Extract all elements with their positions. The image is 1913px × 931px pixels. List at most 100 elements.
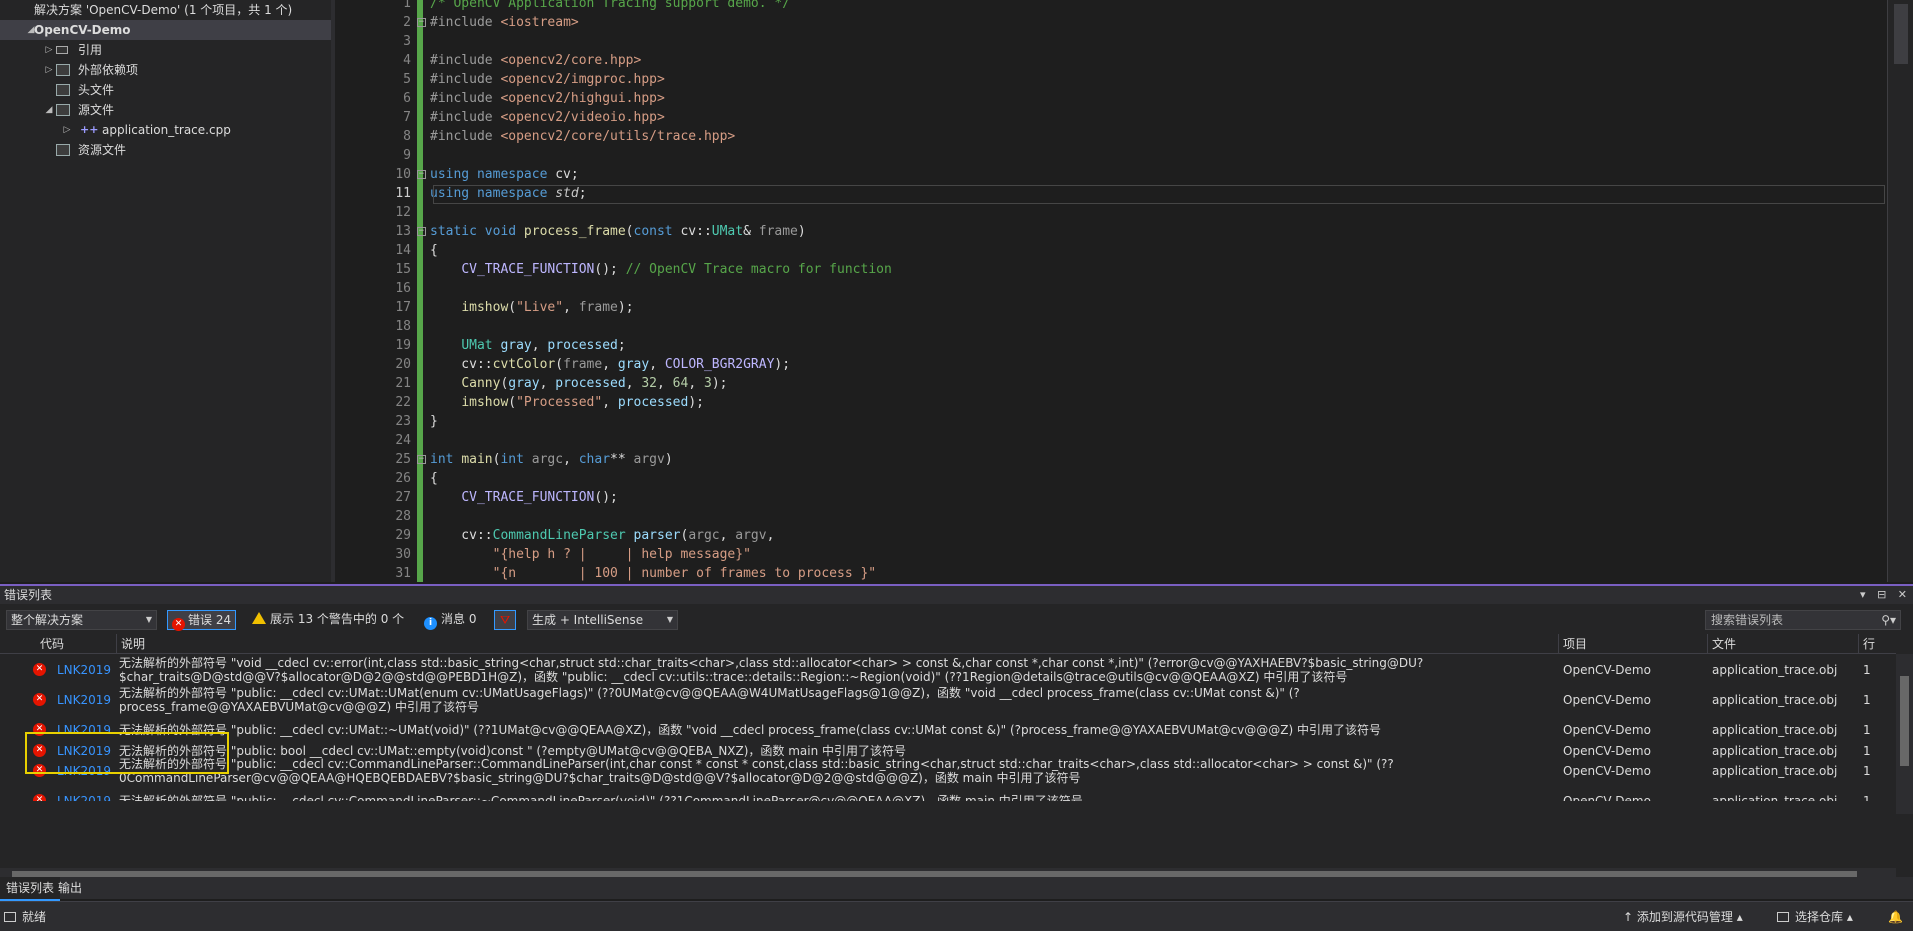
line-number: 27 xyxy=(395,490,411,505)
panel-dropdown-icon[interactable]: ▾ xyxy=(1860,588,1866,601)
panel-pin-icon[interactable]: ⊟ xyxy=(1877,588,1886,601)
code-line[interactable]: UMat gray, processed; xyxy=(430,336,625,355)
error-list-vertical-scrollbar[interactable] xyxy=(1896,654,1913,814)
code-line[interactable]: static void process_frame(const cv::UMat… xyxy=(417,222,806,241)
error-row[interactable]: ✕ LNK2019 无法解析的外部符号 "public: __cdecl cv::U… xyxy=(0,685,1896,715)
error-row[interactable]: ✕ LNK2019 无法解析的外部符号 "public: __cdecl cv::C… xyxy=(0,756,1896,786)
code-line[interactable]: { xyxy=(430,241,438,260)
code-line[interactable]: #include <opencv2/core/utils/trace.hpp> xyxy=(430,127,735,146)
expand-arrow-icon[interactable]: ▷ xyxy=(62,120,72,140)
code-line[interactable]: int main(int argc, char** argv) − xyxy=(417,450,673,469)
tree-item[interactable]: 资源文件 xyxy=(0,140,331,160)
column-header-file[interactable]: 文件 xyxy=(1707,634,1858,654)
code-line[interactable]: Canny(gray, processed, 32, 64, 3); xyxy=(430,374,727,393)
tree-item[interactable]: ▷ 引用 xyxy=(0,40,331,60)
warnings-filter-button[interactable]: 展示 13 个警告中的 0 个 xyxy=(248,610,408,630)
code-line[interactable]: imshow("Processed", processed); xyxy=(430,393,704,412)
search-placeholder: 搜索错误列表 xyxy=(1711,613,1784,627)
code-line[interactable]: #include <opencv2/highgui.hpp> xyxy=(430,89,665,108)
error-code-link[interactable]: LNK2019 xyxy=(57,794,111,801)
expand-arrow-icon[interactable]: ▷ xyxy=(44,40,54,60)
code-line[interactable]: #include <iostream> − xyxy=(417,13,579,32)
tree-item[interactable]: 头文件 xyxy=(0,80,331,100)
panel-close-icon[interactable]: ✕ xyxy=(1898,588,1907,601)
tab-error-list[interactable]: 错误列表 xyxy=(0,877,61,901)
fold-toggle-icon[interactable]: − xyxy=(417,455,426,464)
code-line[interactable]: #include <opencv2/imgproc.hpp> xyxy=(430,70,665,89)
errors-filter-button[interactable]: ✕ 错误 24 xyxy=(167,610,237,631)
error-code-link[interactable]: LNK2019 xyxy=(57,693,111,707)
error-row[interactable]: ✕ LNK2019 无法解析的外部符号 "public: __cdecl cv::C… xyxy=(0,786,1896,801)
tree-item[interactable]: ◢ 源文件 xyxy=(0,100,331,120)
build-filter-dropdown[interactable]: 生成 + IntelliSense ▼ xyxy=(527,610,678,630)
tab-output[interactable]: 输出 xyxy=(52,877,88,899)
line-number: 24 xyxy=(395,433,411,448)
error-list-header: 代码 说明 项目 文件 行 xyxy=(0,634,1896,654)
tree-item[interactable]: 解决方案 'OpenCV-Demo' (1 个项目，共 1 个) xyxy=(0,0,331,20)
error-file: application_trace.obj xyxy=(1712,794,1838,801)
bottom-tool-tabs: 错误列表 输出 xyxy=(0,877,1913,901)
code-line[interactable]: CV_TRACE_FUNCTION(); xyxy=(430,488,618,507)
tree-item[interactable]: ◢ OpenCV-Demo xyxy=(0,20,331,40)
errors-count-label: 错误 24 xyxy=(188,613,232,627)
error-file: application_trace.obj xyxy=(1712,663,1838,677)
code-line[interactable]: #include <opencv2/videoio.hpp> xyxy=(430,108,665,127)
line-number: 7 xyxy=(403,110,411,125)
error-list-scroll-thumb[interactable] xyxy=(1900,676,1909,766)
fold-toggle-icon[interactable]: − xyxy=(417,18,426,27)
expand-arrow-icon[interactable]: ▷ xyxy=(44,60,54,80)
fold-toggle-icon[interactable]: − xyxy=(417,170,426,179)
messages-count-label: 消息 0 xyxy=(441,612,477,626)
error-description: 无法解析的外部符号 "public: __cdecl cv::UMat::UMa… xyxy=(119,686,1300,714)
current-line-highlight xyxy=(433,185,1885,204)
error-project: OpenCV-Demo xyxy=(1563,723,1651,737)
error-file: application_trace.obj xyxy=(1712,764,1838,778)
editor-scroll-thumb[interactable] xyxy=(1894,4,1908,64)
code-line[interactable]: cv::CommandLineParser parser(argc, argv, xyxy=(430,526,774,545)
code-line[interactable]: "{help h ? | | help message}" xyxy=(430,545,751,564)
code-line[interactable]: using namespace cv; − xyxy=(417,165,579,184)
line-number: 9 xyxy=(403,148,411,163)
notifications-bell-icon[interactable]: 🔔 xyxy=(1888,902,1903,931)
solution-explorer: 解决方案 'OpenCV-Demo' (1 个项目，共 1 个) ◢ OpenCV-… xyxy=(0,0,331,582)
column-header-line[interactable]: 行 xyxy=(1858,634,1896,654)
collapse-arrow-icon[interactable]: ◢ xyxy=(44,100,54,120)
column-header-code[interactable]: 代码 xyxy=(36,634,116,654)
tree-item[interactable]: ▷ ++ application_trace.cpp xyxy=(0,120,331,140)
code-line[interactable]: { xyxy=(430,469,438,488)
code-line[interactable]: cv::cvtColor(frame, gray, COLOR_BGR2GRAY… xyxy=(430,355,790,374)
scope-dropdown[interactable]: 整个解决方案 ▼ xyxy=(6,610,157,630)
search-error-list-input[interactable]: 搜索错误列表 ⚲▾ xyxy=(1705,610,1901,630)
fold-toggle-icon[interactable]: − xyxy=(417,227,426,236)
add-to-source-control-button[interactable]: ↑ 添加到源代码管理 ▴ xyxy=(1623,902,1743,931)
column-header-description[interactable]: 说明 xyxy=(116,634,1558,654)
error-line: 1 xyxy=(1863,794,1871,801)
column-header-project[interactable]: 项目 xyxy=(1558,634,1707,654)
code-line[interactable]: } xyxy=(430,412,438,431)
search-icon[interactable]: ⚲▾ xyxy=(1881,611,1896,629)
code-editor[interactable]: 1 2 3 4 5 6 7 8 9 10 11 12 13 14 15 16 17 18 19 20 21 22 23 24 2… xyxy=(335,0,1913,582)
code-line[interactable]: CV_TRACE_FUNCTION(); // OpenCV Trace mac… xyxy=(430,260,891,279)
tree-item[interactable]: ▷ 外部依赖项 xyxy=(0,60,331,80)
error-icon: ✕ xyxy=(172,618,185,631)
error-code-link[interactable]: LNK2019 xyxy=(57,663,111,677)
select-repository-button[interactable]: 选择仓库 ▴ xyxy=(1777,902,1853,931)
line-number: 23 xyxy=(395,414,411,429)
project-icon xyxy=(12,24,26,36)
code-line[interactable]: imshow("Live", frame); xyxy=(430,298,633,317)
code-area[interactable]: /* OpenCV Application Tracing support de… xyxy=(417,0,1887,582)
line-number: 21 xyxy=(395,376,411,391)
error-description: 无法解析的外部符号 "void __cdecl cv::error(int,cl… xyxy=(119,656,1424,684)
messages-filter-button[interactable]: i 消息 0 xyxy=(420,610,480,630)
build-intellisense-filter-icon[interactable]: ⛛ xyxy=(494,610,516,630)
editor-vertical-scrollbar[interactable] xyxy=(1887,0,1913,582)
line-number: 2 xyxy=(403,15,411,30)
error-icon: ✕ xyxy=(33,693,46,706)
error-row[interactable]: ✕ LNK2019 无法解析的外部符号 "void __cdecl cv::erro… xyxy=(0,655,1896,685)
code-line[interactable]: /* OpenCV Application Tracing support de… xyxy=(430,0,790,13)
line-number: 18 xyxy=(395,319,411,334)
code-line[interactable]: "{n | 100 | number of frames to process … xyxy=(430,564,877,582)
line-number: 28 xyxy=(395,509,411,524)
line-number: 15 xyxy=(395,262,411,277)
code-line[interactable]: #include <opencv2/core.hpp> xyxy=(430,51,641,70)
